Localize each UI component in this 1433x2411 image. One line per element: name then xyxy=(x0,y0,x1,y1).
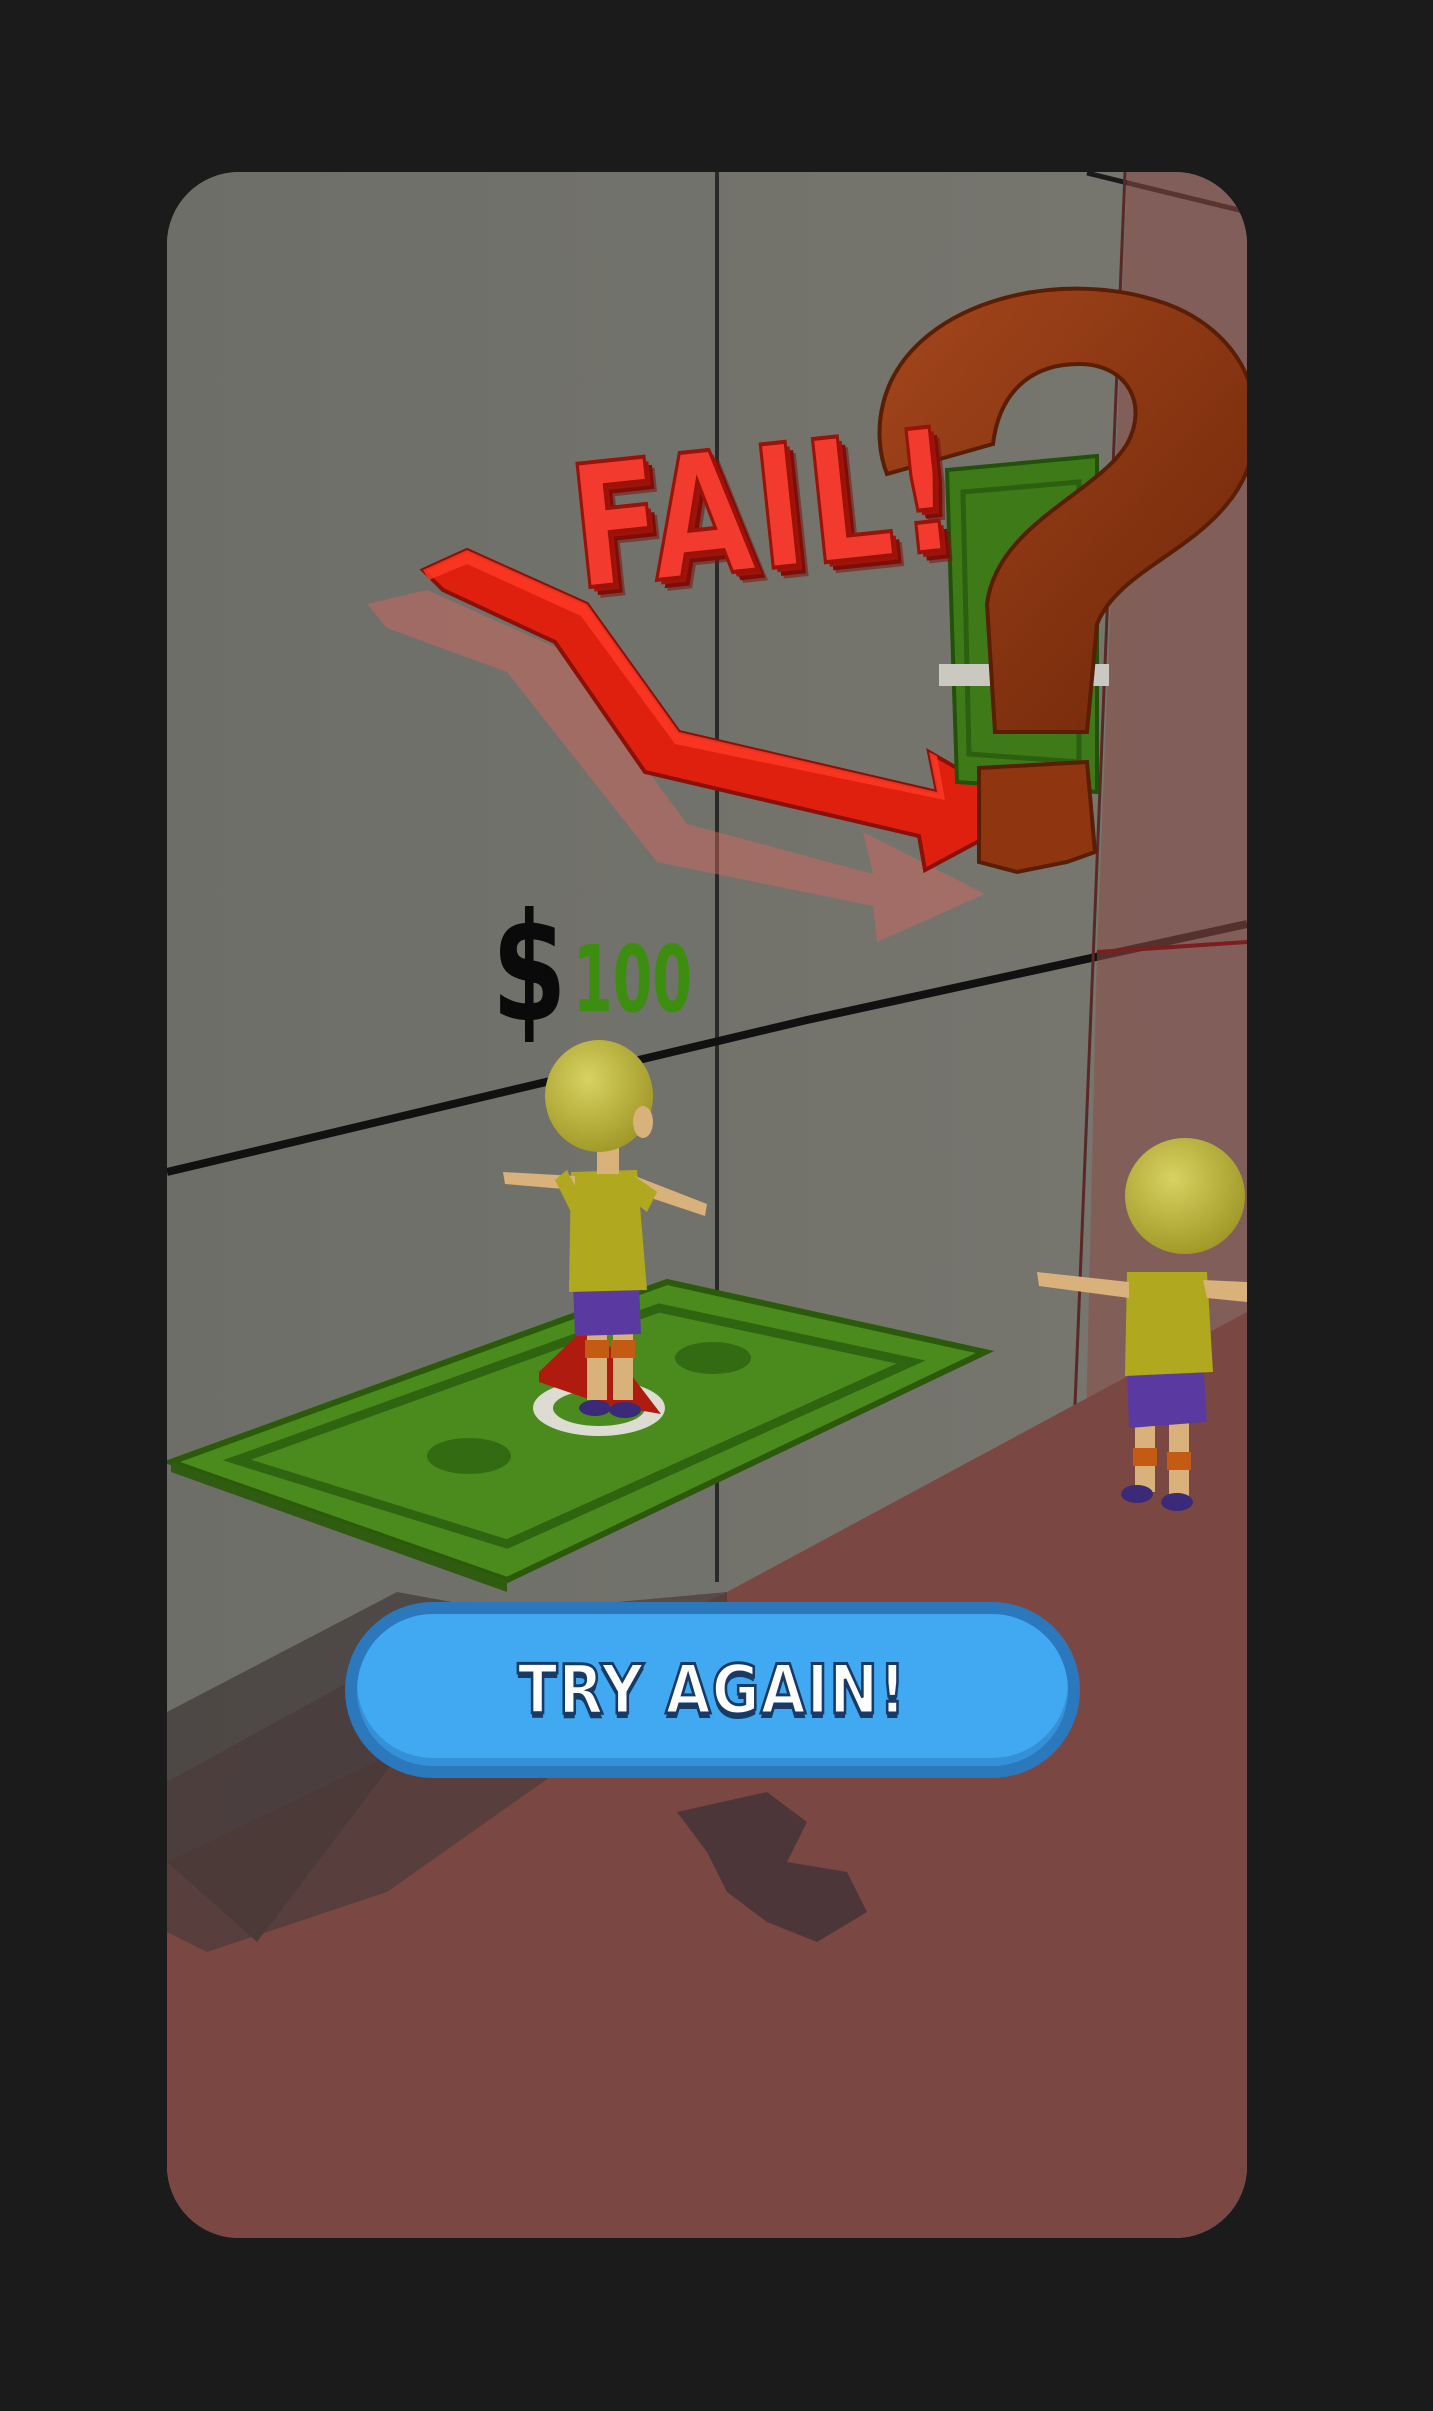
money-amount: 100 xyxy=(573,926,693,1033)
dollar-icon: $ xyxy=(491,882,567,1056)
money-counter: $ 100 xyxy=(477,894,765,1044)
try-again-button[interactable]: TRY AGAIN! xyxy=(345,1602,1080,1778)
game-viewport: FAIL! $ 100 TRY AGAIN! xyxy=(167,172,1247,2238)
screen: FAIL! $ 100 TRY AGAIN! xyxy=(0,0,1433,2411)
try-again-label: TRY AGAIN! xyxy=(517,1649,908,1731)
fail-title: FAIL! xyxy=(560,390,970,631)
